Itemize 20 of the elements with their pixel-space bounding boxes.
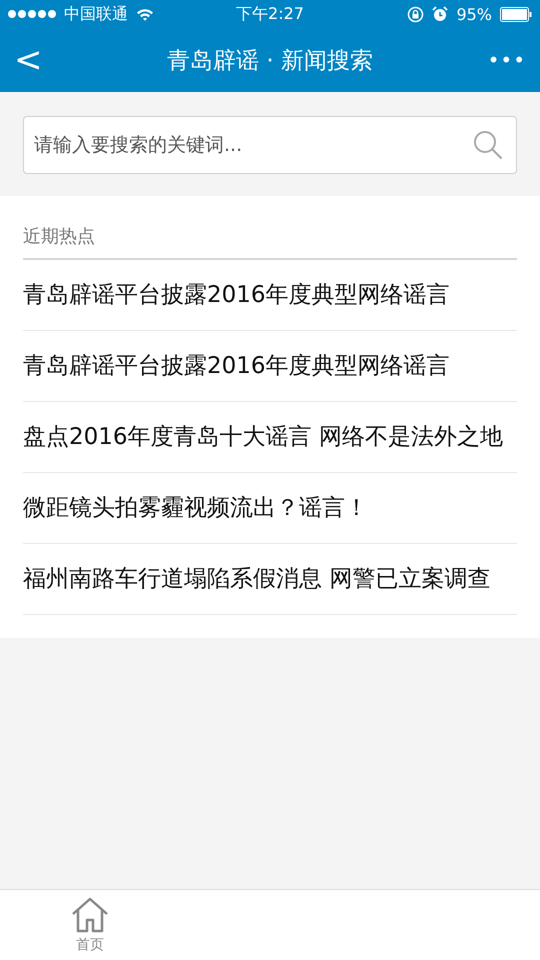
wifi-icon: [136, 8, 154, 20]
search-field[interactable]: 请输入要搜索的关键词...: [23, 116, 517, 174]
news-item[interactable]: 青岛辟谣平台披露2016年度典型网络谣言: [23, 331, 517, 402]
rotation-lock-icon: [407, 6, 424, 22]
more-button[interactable]: •••: [456, 48, 526, 72]
carrier-name: 中国联通: [64, 4, 128, 24]
news-item[interactable]: 福州南路车行道塌陷系假消息 网警已立案调查: [23, 544, 517, 615]
back-button[interactable]: <: [14, 40, 84, 80]
news-item[interactable]: 青岛辟谣平台披露2016年度典型网络谣言: [23, 260, 517, 331]
search-icon[interactable]: [473, 130, 503, 160]
battery-icon: [500, 6, 532, 22]
news-item[interactable]: 盘点2016年度青岛十大谣言 网络不是法外之地: [23, 402, 517, 473]
page-title: 青岛辟谣 · 新闻搜索: [166, 46, 374, 76]
battery-percent: 95%: [456, 4, 492, 24]
section-heading: 近期热点: [23, 224, 517, 260]
clock-time: 下午2:27: [236, 4, 304, 24]
home-icon: [70, 896, 110, 934]
signal-icon: [8, 10, 56, 18]
alarm-icon: [432, 6, 448, 22]
news-item[interactable]: 微距镜头拍雾霾视频流出？谣言！: [23, 473, 517, 544]
